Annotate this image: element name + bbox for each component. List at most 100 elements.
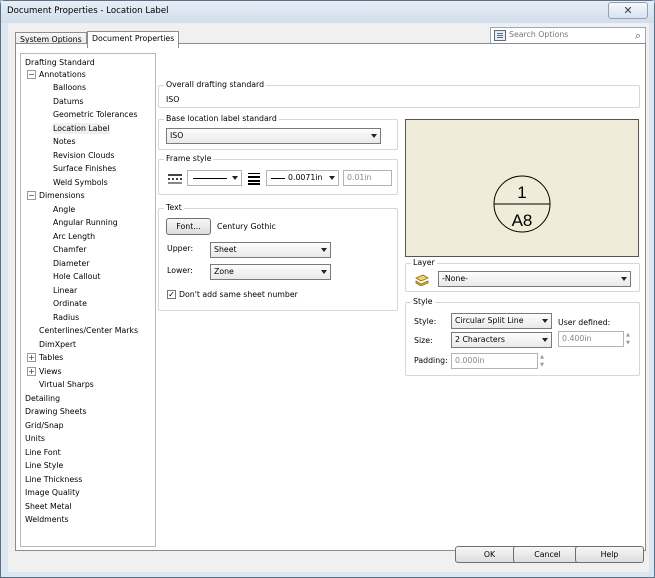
style-select[interactable]: Circular Split Line (451, 313, 552, 329)
expand-icon[interactable]: + (27, 367, 36, 376)
upper-label: Upper: (167, 244, 194, 253)
tree-item-line-font[interactable]: Line Font (25, 447, 61, 458)
tree-item-weldments[interactable]: Weldments (25, 514, 69, 525)
line-style-select[interactable] (187, 170, 242, 186)
upper-value: Sheet (214, 245, 237, 254)
tree-item-drafting-standard[interactable]: Drafting Standard (25, 57, 95, 68)
dialog-window: Document Properties - Location Label ✕ S… (0, 0, 655, 578)
tree-item-hole-callout[interactable]: Hole Callout (53, 271, 100, 282)
cancel-button[interactable]: Cancel (513, 546, 582, 563)
tree-item-line-style[interactable]: Line Style (25, 460, 63, 471)
chevron-down-icon (542, 338, 548, 342)
tree-item-diameter[interactable]: Diameter (53, 258, 89, 269)
close-icon: ✕ (623, 4, 633, 17)
line-thickness-select[interactable]: 0.0071in (266, 170, 339, 186)
document-properties-panel: Drafting Standard − Annotations Balloons… (15, 43, 646, 551)
overall-standard-value: ISO (166, 95, 180, 104)
collapse-icon[interactable]: − (27, 191, 36, 200)
options-tree[interactable]: Drafting Standard − Annotations Balloons… (20, 53, 156, 547)
chevron-down-icon (232, 176, 238, 180)
tree-item-location-label[interactable]: Location Label (53, 123, 110, 134)
tab-document-properties[interactable]: Document Properties (87, 31, 180, 48)
solid-line-icon (193, 178, 227, 179)
padding-spinner[interactable]: ▲ ▼ (538, 354, 546, 370)
search-input[interactable]: Search Options (509, 30, 568, 39)
tree-item-surface-finishes[interactable]: Surface Finishes (53, 163, 116, 174)
same-sheet-checkbox[interactable]: ✓ (167, 290, 176, 299)
spin-up-icon[interactable]: ▲ (624, 332, 632, 340)
spin-up-icon[interactable]: ▲ (538, 354, 546, 362)
overall-standard-label: Overall drafting standard (164, 80, 267, 89)
text-group: Text Font... Century Gothic Upper: Sheet… (158, 203, 398, 311)
chevron-down-icon (621, 277, 627, 281)
tree-item-revision-clouds[interactable]: Revision Clouds (53, 150, 114, 161)
tree-item-radius[interactable]: Radius (53, 312, 79, 323)
close-button[interactable]: ✕ (608, 2, 648, 19)
location-label-preview: 1 A8 (493, 175, 551, 233)
lower-label: Lower: (167, 266, 193, 275)
tree-item-line-thickness[interactable]: Line Thickness (25, 474, 82, 485)
upper-select[interactable]: Sheet (210, 242, 331, 258)
tree-item-notes[interactable]: Notes (53, 136, 76, 147)
tree-item-sheet-metal[interactable]: Sheet Metal (25, 501, 72, 512)
tree-item-angle[interactable]: Angle (53, 204, 75, 215)
tree-item-drawing-sheets[interactable]: Drawing Sheets (25, 406, 87, 417)
tree-item-weld-symbols[interactable]: Weld Symbols (53, 177, 108, 188)
help-button[interactable]: Help (575, 546, 644, 563)
title-bar: Document Properties - Location Label ✕ (1, 1, 654, 23)
magnifier-icon[interactable]: ⌕ (635, 29, 641, 43)
line-thickness-icon (248, 173, 260, 185)
tree-item-image-quality[interactable]: Image Quality (25, 487, 80, 498)
tree-item-detailing[interactable]: Detailing (25, 393, 60, 404)
tree-item-angular-running[interactable]: Angular Running (53, 217, 118, 228)
layer-select[interactable]: -None- (438, 271, 631, 287)
tree-item-datums[interactable]: Datums (53, 96, 83, 107)
user-defined-label: User defined: (558, 318, 611, 327)
layer-label: Layer (411, 258, 437, 267)
font-button[interactable]: Font... (166, 218, 211, 235)
tree-item-chamfer[interactable]: Chamfer (53, 244, 87, 255)
tree-item-dimensions[interactable]: Dimensions (39, 190, 85, 201)
tree-item-views[interactable]: Views (39, 366, 62, 377)
chevron-down-icon (321, 270, 327, 274)
chevron-down-icon (321, 248, 327, 252)
padding-value: 0.000in (455, 356, 485, 365)
tree-item-arc-length[interactable]: Arc Length (53, 231, 95, 242)
tree-item-virtual-sharps[interactable]: Virtual Sharps (39, 379, 94, 390)
chevron-down-icon (371, 134, 377, 138)
overall-standard-group: Overall drafting standard ISO (158, 80, 640, 108)
base-standard-select[interactable]: ISO (166, 128, 381, 144)
tree-item-geometric-tolerances[interactable]: Geometric Tolerances (53, 109, 137, 120)
expand-icon[interactable]: + (27, 353, 36, 362)
collapse-icon[interactable]: − (27, 70, 36, 79)
spin-down-icon[interactable]: ▼ (624, 340, 632, 348)
tree-item-balloons[interactable]: Balloons (53, 82, 86, 93)
padding-label: Padding: (414, 356, 448, 365)
size-select[interactable]: 2 Characters (451, 332, 552, 348)
options-list-icon (494, 30, 506, 41)
spin-down-icon[interactable]: ▼ (538, 362, 546, 370)
base-standard-value: ISO (170, 131, 184, 140)
tree-item-grid-snap[interactable]: Grid/Snap (25, 420, 64, 431)
lower-select[interactable]: Zone (210, 264, 331, 280)
search-box[interactable]: Search Options ⌕ (490, 27, 646, 44)
tree-item-units[interactable]: Units (25, 433, 45, 444)
tree-item-ordinate[interactable]: Ordinate (53, 298, 87, 309)
tree-item-linear[interactable]: Linear (53, 285, 77, 296)
lower-value: Zone (214, 267, 234, 276)
chevron-down-icon (329, 176, 335, 180)
user-defined-input[interactable]: 0.400in ▲ ▼ (558, 331, 630, 347)
tree-item-annotations[interactable]: Annotations (39, 69, 86, 80)
style-group: Style Style: Circular Split Line User de… (405, 297, 640, 376)
layer-value: -None- (442, 274, 468, 283)
font-name: Century Gothic (217, 222, 276, 231)
user-defined-spinner[interactable]: ▲ ▼ (624, 332, 632, 348)
custom-thickness-value: 0.01in (347, 173, 372, 182)
style-value: Circular Split Line (455, 316, 524, 325)
frame-style-group: Frame style 0.0071in 0.01in (158, 154, 398, 195)
tree-item-centerlines[interactable]: Centerlines/Center Marks (39, 325, 138, 336)
padding-input[interactable]: 0.000in ▲ ▼ (451, 353, 544, 369)
tree-item-tables[interactable]: Tables (39, 352, 63, 363)
tree-item-dimxpert[interactable]: DimXpert (39, 339, 76, 350)
custom-thickness-input[interactable]: 0.01in (343, 170, 392, 186)
